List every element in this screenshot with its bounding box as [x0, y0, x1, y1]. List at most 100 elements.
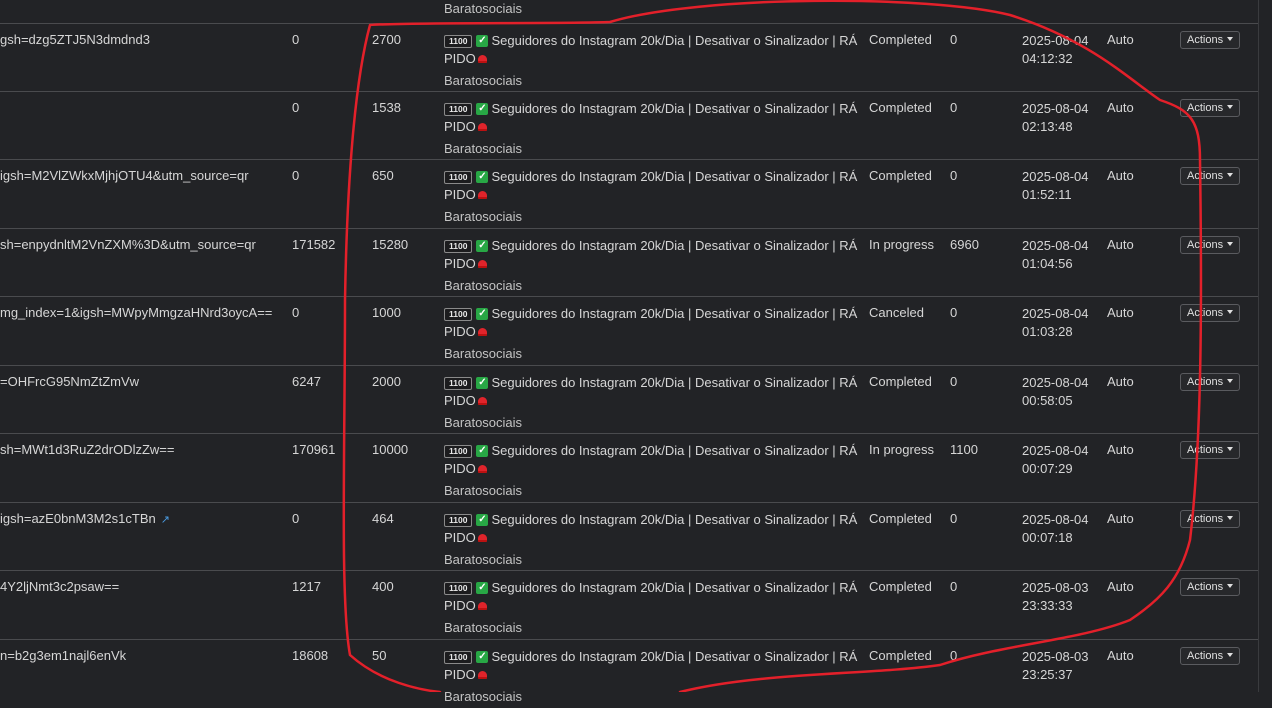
- table-row: igsh=M2VlZWkxMjhjOTU4&utm_source=qr 0 650 1…: [0, 159, 1258, 228]
- service-name: Seguidores do Instagram 20k/Dia | Desati…: [491, 443, 858, 458]
- service-cell: 1100 ✓ Seguidores do Instagram 20k/Dia | D…: [444, 579, 857, 637]
- order-link[interactable]: igsh=azE0bnM3M2s1cTBn ↗: [0, 511, 170, 526]
- created-time: 01:04:56: [1022, 256, 1073, 271]
- order-link[interactable]: =OHFrcG95NmZtZmVw: [0, 374, 139, 389]
- check-icon: ✓: [476, 240, 489, 252]
- actions-dropdown-button[interactable]: Actions: [1180, 373, 1241, 391]
- service-name: Seguidores do Instagram 20k/Dia | Desati…: [491, 512, 858, 527]
- order-link-text[interactable]: igsh=M2VlZWkxMjhjOTU4&utm_source=qr: [0, 168, 249, 183]
- status: Completed: [869, 511, 932, 526]
- status: Completed: [869, 374, 932, 389]
- quantity: 1000: [372, 305, 401, 320]
- caret-down-icon: [1227, 173, 1234, 177]
- order-link-text[interactable]: =OHFrcG95NmZtZmVw: [0, 374, 139, 389]
- quantity: 50: [372, 648, 387, 663]
- service-cell: 1100 ✓ Seguidores do Instagram 20k/Dia | D…: [444, 305, 857, 363]
- service-cell: 1100 ✓ Seguidores do Instagram 20k/Dia | D…: [444, 168, 857, 226]
- created-datetime: 2025-08-04 00:07:29: [1022, 442, 1089, 478]
- service-id-badge: 1100: [444, 34, 473, 48]
- actions-dropdown-button[interactable]: Actions: [1180, 99, 1241, 117]
- created-date: 2025-08-04: [1022, 101, 1089, 116]
- service-provider: Baratosociais: [444, 346, 523, 361]
- service-id-badge: 1100: [444, 650, 473, 664]
- order-link-text[interactable]: 4Y2ljNmt3c2psaw==: [0, 579, 119, 594]
- service-cell: 1100 ✓ Seguidores do Instagram 20k/Dia | D…: [444, 442, 857, 500]
- caret-down-icon: [1227, 37, 1234, 41]
- external-link-icon[interactable]: ↗: [161, 514, 170, 526]
- order-link-text[interactable]: gsh=dzg5ZTJ5N3dmdnd3: [0, 32, 150, 47]
- order-link-text[interactable]: igsh=azE0bnM3M2s1cTBn: [0, 511, 156, 526]
- actions-label: Actions: [1187, 513, 1224, 525]
- start-count: 0: [292, 511, 300, 526]
- created-datetime: 2025-08-04 01:03:28: [1022, 305, 1089, 341]
- service-cell: 1100 ✓ Seguidores do Instagram 20k/Dia | D…: [444, 648, 857, 706]
- remains: 0: [950, 579, 958, 594]
- order-link-text[interactable]: n=b2g3em1najl6enVk: [0, 648, 126, 663]
- table-row: =OHFrcG95NmZtZmVw 6247 2000 1100 ✓ Seguidores…: [0, 365, 1258, 434]
- mode: Auto: [1107, 648, 1134, 663]
- table-row: 4Y2ljNmt3c2psaw== 1217 400 1100 ✓ Seguidores …: [0, 570, 1258, 639]
- service-cell: 1100 ✓ Seguidores do Instagram 20k/Dia | D…: [444, 32, 857, 90]
- start-count: 0: [292, 32, 300, 47]
- created-date: 2025-08-04: [1022, 306, 1089, 321]
- caret-down-icon: [1227, 310, 1234, 314]
- created-date: 2025-08-03: [1022, 649, 1089, 664]
- created-datetime: 2025-08-03 23:33:33: [1022, 579, 1089, 615]
- order-link-text[interactable]: mg_index=1&igsh=MWpyMmgzaHNrd3oycA==: [0, 305, 272, 320]
- status: Canceled: [869, 305, 924, 320]
- order-link[interactable]: igsh=M2VlZWkxMjhjOTU4&utm_source=qr: [0, 168, 249, 183]
- order-link-text[interactable]: sh=MWt1d3RuZ2drODlzZw==: [0, 442, 174, 457]
- actions-dropdown-button[interactable]: Actions: [1180, 304, 1241, 322]
- created-datetime: 2025-08-04 01:52:11: [1022, 168, 1089, 204]
- mode: Auto: [1107, 511, 1134, 526]
- mode: Auto: [1107, 305, 1134, 320]
- actions-label: Actions: [1187, 239, 1224, 251]
- actions-dropdown-button[interactable]: Actions: [1180, 647, 1241, 665]
- actions-dropdown-button[interactable]: Actions: [1180, 578, 1241, 596]
- order-link-text[interactable]: sh=enpydnltM2VnZXM%3D&utm_source=qr: [0, 237, 256, 252]
- actions-label: Actions: [1187, 102, 1224, 114]
- caret-down-icon: [1227, 447, 1234, 451]
- order-link[interactable]: mg_index=1&igsh=MWpyMmgzaHNrd3oycA==: [0, 305, 272, 320]
- siren-icon: [477, 397, 487, 405]
- quantity: 2700: [372, 32, 401, 47]
- siren-icon: [477, 465, 487, 473]
- check-icon: ✓: [476, 582, 489, 594]
- status: Completed: [869, 100, 932, 115]
- order-link[interactable]: n=b2g3em1najl6enVk: [0, 648, 126, 663]
- order-link[interactable]: sh=enpydnltM2VnZXM%3D&utm_source=qr: [0, 237, 256, 252]
- created-datetime: 2025-08-04 01:04:56: [1022, 237, 1089, 273]
- siren-icon: [477, 260, 487, 268]
- actions-dropdown-button[interactable]: Actions: [1180, 167, 1241, 185]
- actions-dropdown-button[interactable]: Actions: [1180, 510, 1241, 528]
- partial-provider-text: Baratosociais: [444, 1, 523, 16]
- service-name: Seguidores do Instagram 20k/Dia | Desati…: [491, 649, 858, 664]
- check-icon: ✓: [476, 308, 489, 320]
- status: Completed: [869, 579, 932, 594]
- actions-dropdown-button[interactable]: Actions: [1180, 31, 1241, 49]
- table-row: sh=MWt1d3RuZ2drODlzZw== 170961 10000 1100 ✓ S…: [0, 433, 1258, 502]
- service-cell: 1100 ✓ Seguidores do Instagram 20k/Dia | D…: [444, 100, 857, 158]
- quantity: 464: [372, 511, 394, 526]
- start-count: 0: [292, 100, 300, 115]
- siren-icon: [477, 534, 487, 542]
- service-name-cont: PIDO: [444, 393, 476, 408]
- order-link[interactable]: sh=MWt1d3RuZ2drODlzZw==: [0, 442, 174, 457]
- check-icon: ✓: [476, 445, 489, 457]
- service-cell: 1100 ✓ Seguidores do Instagram 20k/Dia | D…: [444, 511, 857, 569]
- remains: 0: [950, 100, 958, 115]
- order-link[interactable]: gsh=dzg5ZTJ5N3dmdnd3: [0, 32, 150, 47]
- actions-dropdown-button[interactable]: Actions: [1180, 441, 1241, 459]
- service-provider: Baratosociais: [444, 141, 523, 156]
- service-name-cont: PIDO: [444, 461, 476, 476]
- check-icon: ✓: [476, 171, 489, 183]
- remains: 0: [950, 305, 958, 320]
- created-date: 2025-08-04: [1022, 443, 1089, 458]
- mode: Auto: [1107, 100, 1134, 115]
- service-provider: Baratosociais: [444, 278, 523, 293]
- status: In progress: [869, 442, 935, 457]
- actions-dropdown-button[interactable]: Actions: [1180, 236, 1241, 254]
- order-link[interactable]: 4Y2ljNmt3c2psaw==: [0, 579, 119, 594]
- service-name-cont: PIDO: [444, 51, 476, 66]
- service-id-badge: 1100: [444, 513, 473, 527]
